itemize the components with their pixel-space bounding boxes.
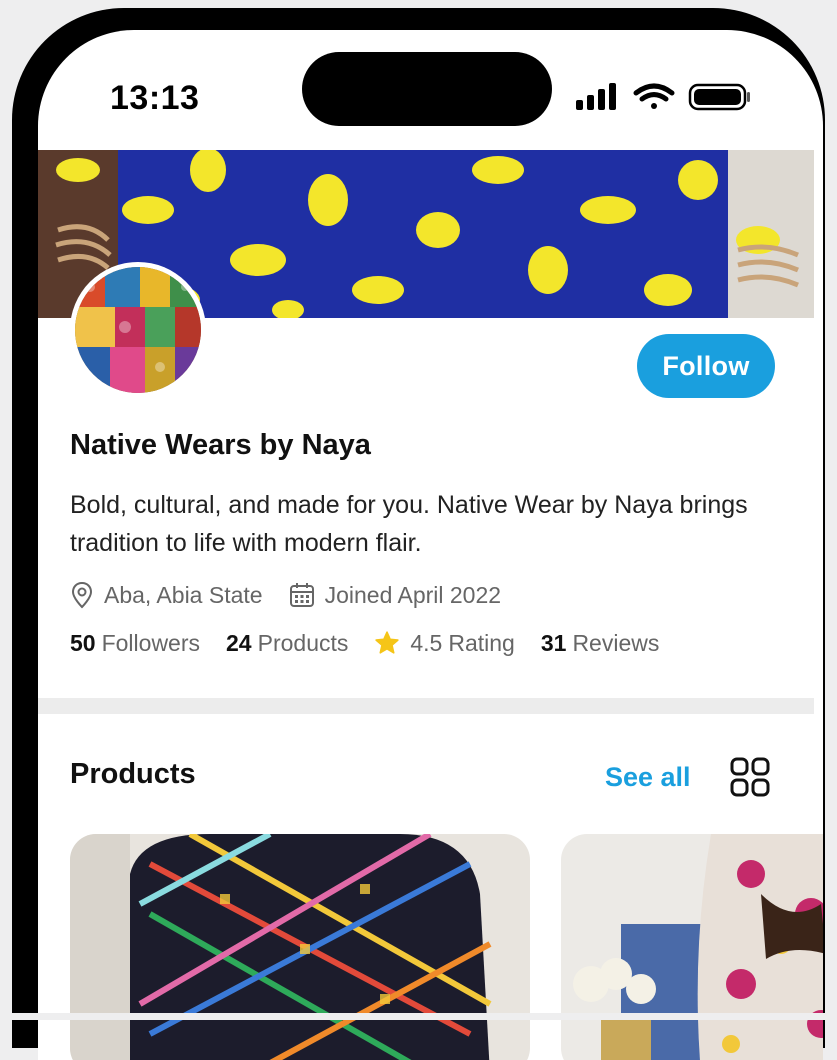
followers-stat[interactable]: 50 Followers [70, 630, 200, 657]
battery-icon [688, 83, 750, 111]
location-text: Aba, Abia State [104, 581, 263, 608]
product-card[interactable] [70, 834, 530, 1060]
store-name: Native Wears by Naya [70, 429, 371, 461]
screen: 13:13 Follow Native Wears by Naya Bold, … [38, 30, 823, 1060]
location-pin-icon [71, 581, 93, 609]
star-icon [375, 631, 400, 654]
products-count: 24 [226, 629, 252, 656]
rating-stat: 4.5 Rating [374, 629, 515, 657]
follow-button[interactable]: Follow [637, 334, 775, 398]
section-divider [38, 698, 814, 714]
reviews-label: Reviews [572, 629, 660, 656]
store-meta: Aba, Abia State Joined April 2022 [70, 578, 527, 612]
joined-text: Joined April 2022 [324, 581, 502, 608]
product-image [561, 834, 823, 1060]
bottom-edge [0, 1013, 837, 1020]
see-all-link[interactable]: See all [605, 762, 691, 793]
calendar-icon [289, 583, 314, 607]
products-label: Products [257, 629, 349, 656]
reviews-stat[interactable]: 31 Reviews [541, 630, 660, 657]
status-time: 13:13 [110, 79, 200, 117]
wifi-icon [633, 83, 675, 109]
dynamic-island [302, 52, 552, 126]
location-info: Aba, Abia State [70, 581, 263, 609]
phone-frame: 13:13 Follow Native Wears by Naya Bold, … [12, 8, 825, 1060]
status-icons [576, 83, 750, 111]
followers-label: Followers [101, 629, 201, 656]
grid-view-icon[interactable] [730, 757, 770, 797]
rating-label: Rating [448, 629, 515, 656]
cellular-signal-icon [576, 83, 616, 110]
products-section-title: Products [70, 758, 196, 790]
status-bar: 13:13 [38, 30, 823, 150]
store-avatar[interactable] [70, 262, 206, 398]
products-stat: 24 Products [226, 630, 348, 657]
reviews-count: 31 [540, 629, 567, 656]
store-bio: Bold, cultural, and made for you. Native… [70, 491, 748, 557]
followers-count: 50 [70, 629, 96, 656]
joined-info: Joined April 2022 [289, 582, 501, 609]
rating-value: 4.5 [410, 629, 443, 656]
product-image [70, 834, 530, 1060]
store-stats: 50 Followers 24 Products 4.5 Rating 31 R… [70, 626, 685, 660]
product-card[interactable] [561, 834, 823, 1060]
